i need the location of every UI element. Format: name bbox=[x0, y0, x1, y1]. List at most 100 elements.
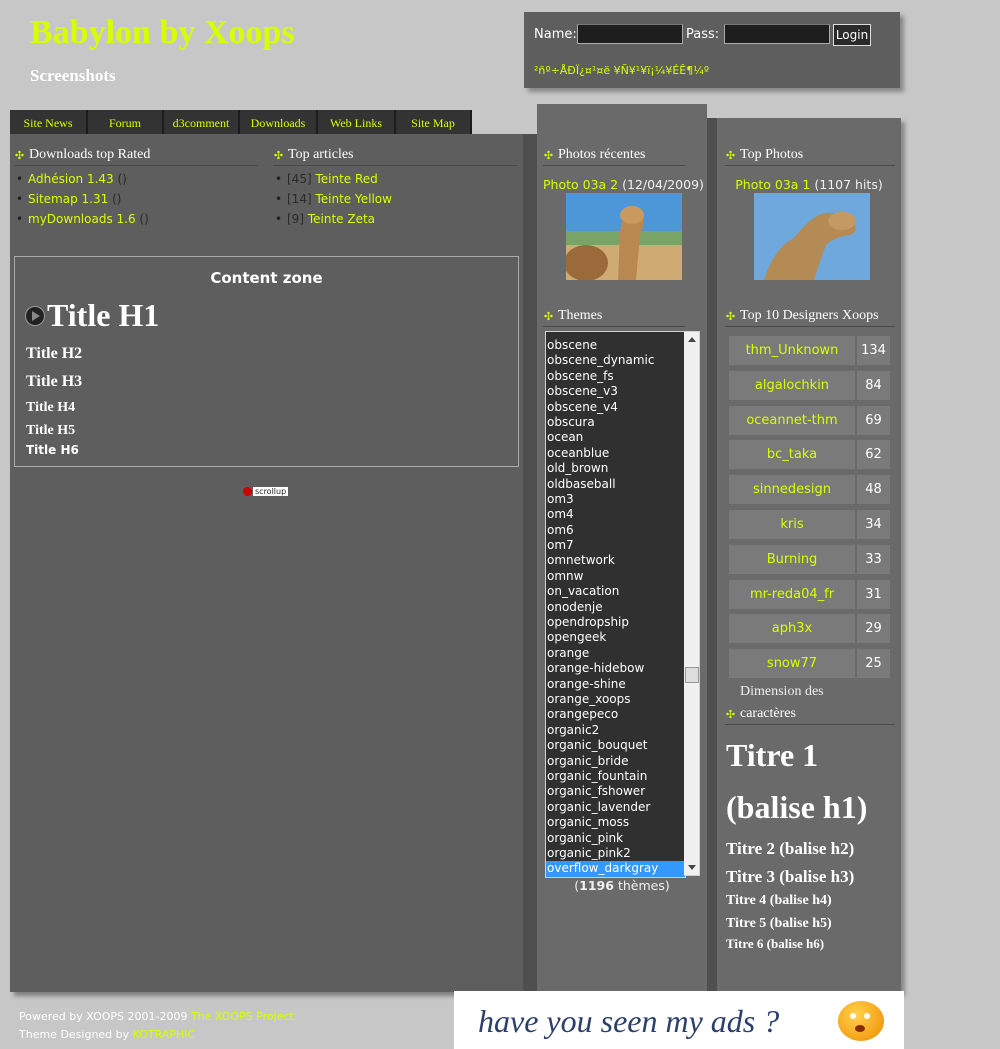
designer-name-link[interactable]: algalochkin bbox=[729, 370, 855, 400]
login-links[interactable]: ²ñº÷ÅÐÏ¿¤¹¤ë ¥Ñ¥¹¥ï¡¼¥ÉÊ¶¼º bbox=[534, 64, 709, 77]
pass-label: Pass: bbox=[686, 27, 720, 42]
theme-option[interactable]: obscene bbox=[546, 338, 685, 353]
theme-option[interactable]: organic_bouquet bbox=[546, 738, 685, 753]
designer-count: 33 bbox=[857, 544, 890, 574]
top-photos-title: Top Photos bbox=[740, 147, 804, 162]
articles-block: ✣ Top articles [45] Teinte Red [14] Tein… bbox=[273, 147, 517, 226]
designer-row: kris 34 bbox=[729, 510, 892, 539]
theme-option[interactable]: orange_xoops bbox=[546, 692, 685, 707]
themes-listbox[interactable]: obscene obscene_dynamic obscene_fs obscene_… bbox=[545, 331, 686, 878]
theme-option[interactable]: old_brown bbox=[546, 461, 685, 476]
designer-name-link[interactable]: thm_Unknown bbox=[729, 336, 855, 365]
theme-option[interactable]: om6 bbox=[546, 523, 685, 538]
theme-option[interactable]: organic_lavender bbox=[546, 800, 685, 815]
theme-option[interactable]: obscene_dynamic bbox=[546, 353, 685, 368]
theme-option[interactable]: orange-shine bbox=[546, 677, 685, 692]
designer-row: snow77 25 bbox=[729, 649, 892, 679]
download-link[interactable]: Sitemap 1.31 bbox=[28, 192, 108, 206]
name-input[interactable] bbox=[577, 24, 683, 44]
scroll-up-arrow-icon[interactable] bbox=[688, 337, 696, 342]
theme-option[interactable]: obscene_v4 bbox=[546, 400, 685, 415]
theme-option[interactable]: on_vacation bbox=[546, 584, 685, 599]
article-link[interactable]: Teinte Red bbox=[315, 172, 377, 186]
tab-site-map[interactable]: Site Map bbox=[396, 110, 472, 134]
camel-photo-thumbnail[interactable] bbox=[566, 193, 682, 280]
top-photo-link[interactable]: Photo 03a 1 bbox=[735, 177, 810, 192]
star-icon: ✣ bbox=[725, 310, 736, 323]
ad-banner[interactable]: have you seen my ads ? bbox=[454, 991, 904, 1049]
theme-option[interactable]: orange bbox=[546, 646, 685, 661]
tab-downloads[interactable]: Downloads bbox=[240, 110, 318, 134]
char-size-title-line2: caractères bbox=[740, 706, 796, 721]
designer-row: thm_Unknown 134 bbox=[729, 336, 892, 365]
designer-row: Burning 33 bbox=[729, 544, 892, 574]
download-link[interactable]: myDownloads 1.6 bbox=[28, 212, 136, 226]
tab-site-news[interactable]: Site News bbox=[10, 110, 88, 134]
theme-option[interactable]: organic_fountain bbox=[546, 769, 685, 784]
heading-h3: Title H3 bbox=[26, 373, 83, 390]
theme-option[interactable]: opendropship bbox=[546, 615, 685, 630]
ad-text: have you seen my ads ? bbox=[478, 1003, 780, 1039]
tab-web-links[interactable]: Web Links bbox=[318, 110, 396, 134]
tab-forum[interactable]: Forum bbox=[88, 110, 164, 134]
theme-option[interactable]: organic2 bbox=[546, 723, 685, 738]
designer-name-link[interactable]: snow77 bbox=[729, 649, 855, 679]
download-link[interactable]: Adhésion 1.43 bbox=[28, 172, 114, 186]
theme-option[interactable]: om4 bbox=[546, 507, 685, 522]
right-column: ✣ Top Photos Photo 03a 1 (1107 hits) ✣ T… bbox=[717, 118, 901, 992]
designer-name-link[interactable]: sinnedesign bbox=[729, 475, 855, 505]
recent-photos-title: Photos récentes bbox=[558, 147, 646, 162]
scroll-down-arrow-icon[interactable] bbox=[688, 865, 696, 870]
designer-name-link[interactable]: Burning bbox=[729, 544, 855, 574]
theme-option[interactable]: omnetwork bbox=[546, 553, 685, 568]
article-link[interactable]: Teinte Zeta bbox=[308, 212, 375, 226]
themes-scrollbar[interactable] bbox=[684, 331, 700, 876]
xoops-project-link[interactable]: The XOOPS Project bbox=[191, 1010, 294, 1023]
theme-option[interactable]: obscura bbox=[546, 415, 685, 430]
pass-input[interactable] bbox=[724, 24, 830, 44]
play-bullet-icon bbox=[25, 306, 45, 326]
theme-option[interactable]: obscene_v3 bbox=[546, 384, 685, 399]
theme-option[interactable]: ocean bbox=[546, 430, 685, 445]
designer-count: 62 bbox=[857, 440, 890, 470]
theme-option[interactable]: organic_moss bbox=[546, 815, 685, 830]
scrollup-link[interactable]: scrollup bbox=[243, 485, 289, 497]
recent-photo-link[interactable]: Photo 03a 2 bbox=[543, 177, 618, 192]
theme-option[interactable]: oceanblue bbox=[546, 446, 685, 461]
designer-name-link[interactable]: mr-reda04_fr bbox=[729, 579, 855, 609]
scroll-thumb[interactable] bbox=[685, 667, 699, 683]
designer-name-link[interactable]: oceannet-thm bbox=[729, 405, 855, 435]
theme-option[interactable]: opengeek bbox=[546, 630, 685, 645]
theme-option[interactable]: organic_fshower bbox=[546, 784, 685, 799]
char-size-h3: Titre 3 (balise h3) bbox=[726, 867, 855, 886]
theme-option[interactable]: om3 bbox=[546, 492, 685, 507]
tab-d3comment[interactable]: d3comment bbox=[164, 110, 240, 134]
list-item: myDownloads 1.6 () bbox=[14, 212, 258, 226]
theme-option[interactable]: obscene_fs bbox=[546, 369, 685, 384]
themes-title: Themes bbox=[558, 308, 603, 323]
theme-designer-link[interactable]: KOTRAPHIC bbox=[133, 1028, 196, 1041]
designer-count: 69 bbox=[857, 405, 890, 435]
theme-option[interactable]: om7 bbox=[546, 538, 685, 553]
designer-name-link[interactable]: kris bbox=[729, 510, 855, 539]
theme-option[interactable]: organic_pink bbox=[546, 831, 685, 846]
theme-option[interactable]: orangepeco bbox=[546, 707, 685, 722]
article-link[interactable]: Teinte Yellow bbox=[315, 192, 391, 206]
theme-option[interactable]: organic_pink2 bbox=[546, 846, 685, 861]
main-nav: Site News Forum d3comment Downloads Web … bbox=[10, 110, 472, 134]
heading-h2: Title H2 bbox=[26, 345, 83, 362]
designer-name-link[interactable]: bc_taka bbox=[729, 440, 855, 470]
theme-option[interactable]: onodenje bbox=[546, 600, 685, 615]
theme-option[interactable]: overflow_darkgray bbox=[546, 861, 685, 877]
theme-option[interactable]: organic_bride bbox=[546, 754, 685, 769]
designer-name-link[interactable]: aph3x bbox=[729, 614, 855, 644]
theme-option[interactable]: oldbaseball bbox=[546, 477, 685, 492]
camel-photo-thumbnail[interactable] bbox=[754, 193, 870, 280]
designer-row: algalochkin 84 bbox=[729, 370, 892, 400]
footer: Powered by XOOPS 2001-2009 The XOOPS Pro… bbox=[19, 1010, 294, 1041]
theme-option[interactable]: omnw bbox=[546, 569, 685, 584]
list-item: Adhésion 1.43 () bbox=[14, 172, 258, 186]
site-title[interactable]: Babylon by Xoops bbox=[30, 14, 295, 52]
login-button[interactable]: Login bbox=[833, 24, 871, 46]
theme-option[interactable]: orange-hidebow bbox=[546, 661, 685, 676]
